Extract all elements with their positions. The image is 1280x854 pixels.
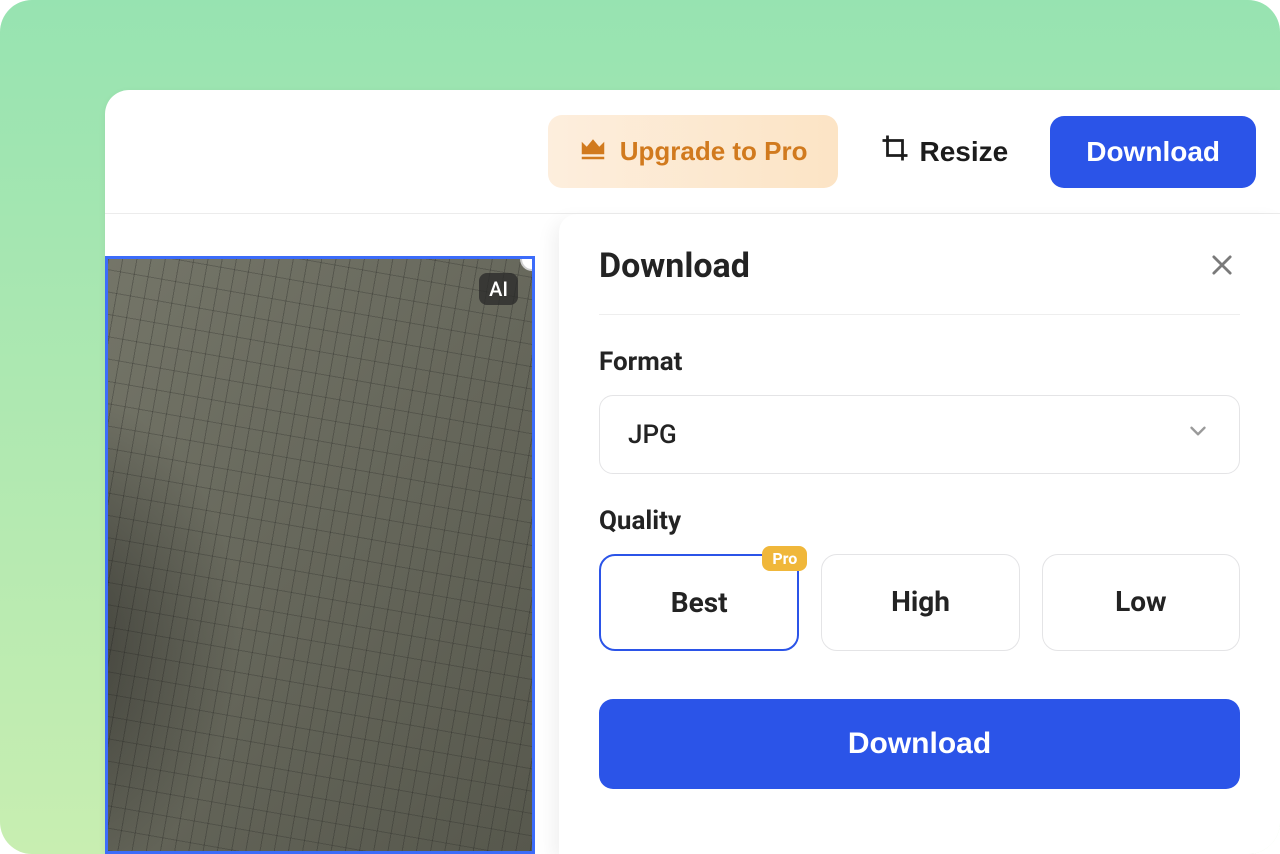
quality-option-high[interactable]: High [821,554,1019,651]
app-window: Upgrade to Pro Resize Download AI Downlo… [105,90,1280,854]
format-select[interactable]: JPG [599,395,1240,474]
chevron-down-icon [1185,418,1211,451]
canvas-area: AI Download Format JPG [105,214,1280,854]
upgrade-to-pro-button[interactable]: Upgrade to Pro [548,115,838,188]
quality-option-best-label: Best [671,586,728,619]
toolbar: Upgrade to Pro Resize Download [105,90,1280,214]
close-icon [1208,267,1236,282]
resize-label: Resize [920,136,1009,168]
format-value: JPG [628,420,677,450]
download-button-toolbar[interactable]: Download [1050,116,1256,188]
quality-option-best[interactable]: Best Pro [599,554,799,651]
download-panel: Download Format JPG Quality [559,214,1280,854]
image-preview [108,259,532,851]
quality-option-low-label: Low [1115,585,1167,618]
panel-title: Download [599,246,750,286]
download-button-main[interactable]: Download [599,699,1240,789]
download-toolbar-label: Download [1086,136,1220,167]
quality-options-row: Best Pro High Low [599,554,1240,651]
download-main-label: Download [848,727,991,760]
upgrade-to-pro-label: Upgrade to Pro [620,136,808,167]
quality-option-low[interactable]: Low [1042,554,1240,651]
quality-option-high-label: High [891,585,950,618]
background-container: Upgrade to Pro Resize Download AI Downlo… [0,0,1280,854]
format-section-label: Format [599,347,1240,377]
resize-button[interactable]: Resize [862,121,1027,182]
quality-section-label: Quality [599,506,1240,536]
crown-icon [578,133,608,170]
ai-badge: AI [479,273,518,305]
pro-badge: Pro [762,546,807,571]
panel-header: Download [599,246,1240,315]
close-button[interactable] [1204,247,1240,286]
image-selection-frame[interactable]: AI [105,256,535,854]
crop-icon [880,133,910,170]
